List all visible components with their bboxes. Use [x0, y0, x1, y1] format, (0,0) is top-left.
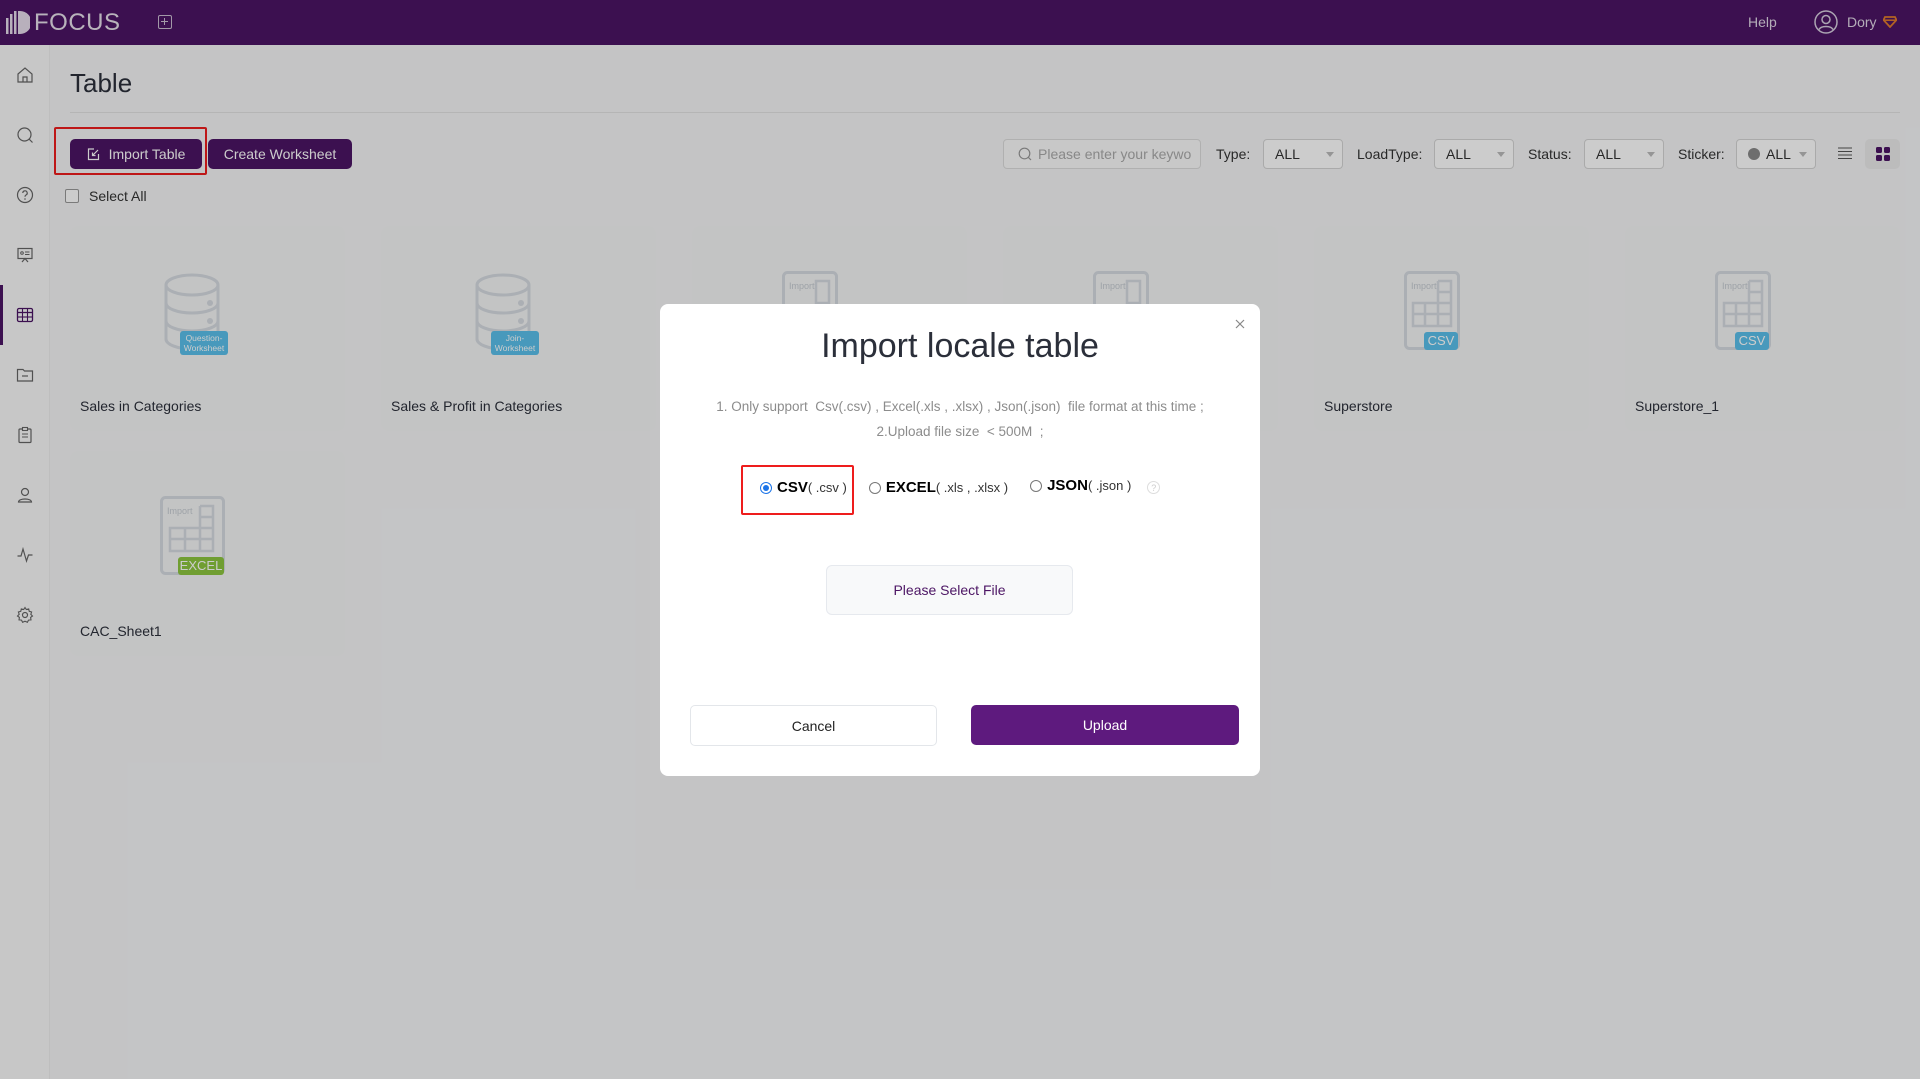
upload-label: Upload [1082, 717, 1128, 733]
radio-json[interactable]: JSON ( .json ) [1030, 477, 1131, 494]
format-name: JSON [1047, 477, 1088, 494]
radio-excel[interactable]: EXCEL ( .xls , .xlsx ) [868, 479, 1009, 496]
dialog-notes: 1. Only support Csv(.csv) , Excel(.xls ,… [660, 394, 1260, 444]
radio-button[interactable] [1030, 479, 1043, 492]
radio-button[interactable] [868, 481, 881, 494]
format-name: EXCEL [885, 479, 936, 496]
note-size: 2.Upload file size < 500M ; [876, 424, 1044, 439]
cancel-label: Cancel [791, 717, 836, 734]
format-ext: ( .csv ) [807, 480, 847, 495]
format-radio-group: CSV ( .csv ) EXCEL ( .xls , .xlsx ) JSON… [760, 477, 1161, 496]
note-format: 1. Only support Csv(.csv) , Excel(.xls ,… [716, 399, 1204, 414]
radio-csv[interactable]: CSV ( .csv ) [760, 479, 847, 496]
select-file-label: Please Select File [893, 582, 1006, 598]
upload-button[interactable]: Upload [971, 705, 1239, 745]
dialog-title: Import locale table [821, 327, 1099, 365]
help-question-icon[interactable]: ? [1147, 481, 1161, 494]
format-name: CSV [777, 479, 808, 496]
radio-button-checked[interactable] [760, 481, 772, 494]
format-ext: ( .json ) [1087, 478, 1132, 493]
cancel-button[interactable]: Cancel [690, 705, 937, 746]
import-dialog: Import locale table 1. Only support Csv(… [660, 304, 1260, 776]
format-ext: ( .xls , .xlsx ) [935, 480, 1009, 495]
select-file-button[interactable]: Please Select File [826, 565, 1073, 615]
